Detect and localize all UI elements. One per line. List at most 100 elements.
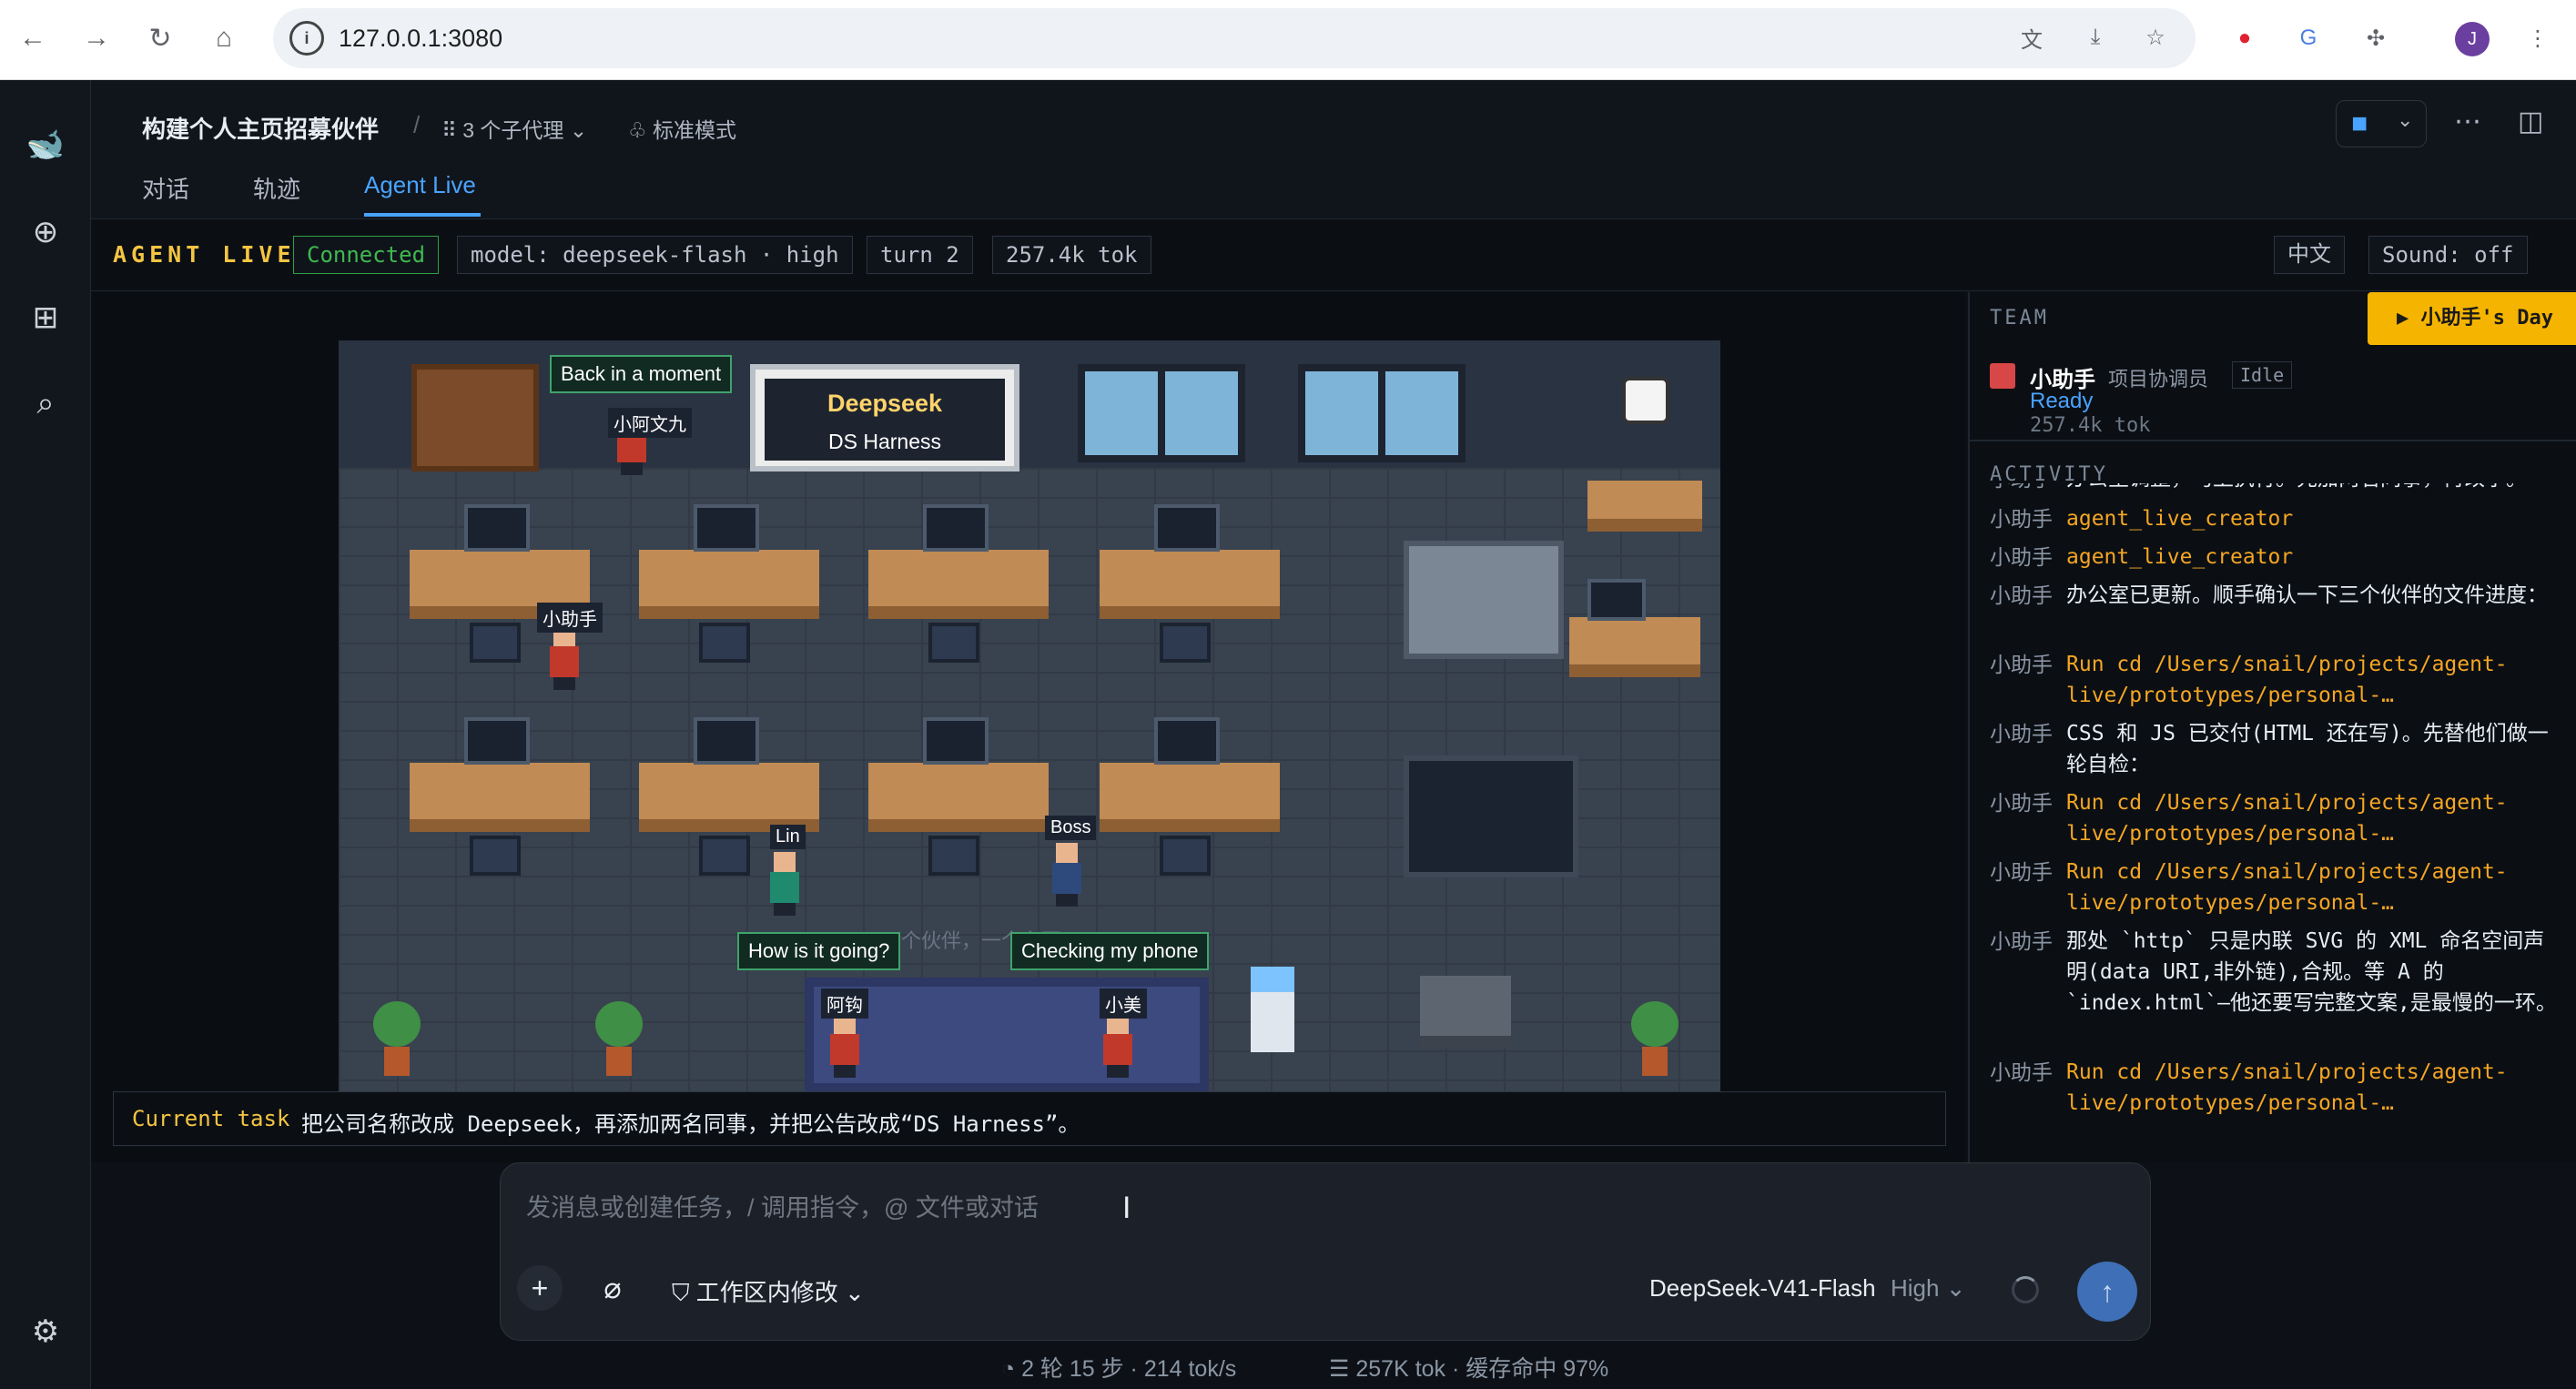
plant (373, 1001, 421, 1078)
reload-icon[interactable]: ↻ (140, 18, 180, 58)
tab-agent-live[interactable]: Agent Live (364, 171, 476, 199)
more-options-icon[interactable]: ⋯ (2454, 106, 2481, 137)
character-name: Boss (1045, 816, 1097, 840)
message-composer: I + ⌀ ⛉ 工作区内修改 ⌄ DeepSeek-V41-Flash High… (500, 1162, 2151, 1341)
subagents-dropdown[interactable]: ⠿ 3 个子代理 ⌄ (441, 113, 587, 144)
chevron-down-icon: ⌄ (2397, 108, 2414, 131)
chevron-down-icon: ⌄ (569, 118, 588, 142)
new-project-icon[interactable]: ⊞ (23, 295, 68, 340)
extensions-puzzle-icon[interactable]: ✣ (2358, 20, 2394, 56)
connection-badge: Connected (293, 236, 440, 274)
activity-command: agent_live_creator (2066, 507, 2294, 531)
language-button[interactable]: 中文 (2274, 236, 2345, 274)
chair (928, 623, 979, 663)
monitor (694, 717, 759, 765)
activity-command: agent_live_creator (2066, 545, 2294, 569)
reasoning-level-dropdown[interactable]: High ⌄ (1891, 1274, 1966, 1303)
app-logo-icon[interactable]: 🐋 (23, 122, 68, 167)
back-icon[interactable]: ← (13, 18, 53, 58)
search-icon[interactable]: ⌕ (23, 380, 68, 426)
character[interactable] (1047, 843, 1087, 907)
activity-author: 小助手 (1990, 545, 2053, 569)
activity-command: Run cd /Users/snail/projects/agent-live/… (2066, 653, 2508, 707)
workspace-mode-label: 工作区内修改 (695, 1279, 838, 1306)
workspace-mode-dropdown[interactable]: ⛉ 工作区内修改 ⌄ (672, 1274, 865, 1308)
water-cooler (1251, 967, 1294, 1052)
day-replay-button[interactable]: ▶ 小助手's Day (2368, 292, 2576, 345)
active-tab-indicator (364, 213, 481, 217)
current-task-text: 把公司名称改成 Deepseek，再添加两名同事，并把公告改成“DS Harne… (301, 1111, 1080, 1137)
address-bar[interactable]: i 127.0.0.1:3080 文 ⤓ ☆ (273, 8, 2196, 68)
monitor (694, 504, 759, 552)
chevron-down-icon: ⌄ (845, 1279, 865, 1306)
office-door (411, 364, 539, 471)
character[interactable] (825, 1014, 865, 1078)
model-selector[interactable]: DeepSeek-V41-Flash (1649, 1274, 1876, 1303)
token-chip: 257.4k tok (992, 236, 1151, 274)
translate-icon[interactable]: 文 (2013, 19, 2050, 56)
add-attachment-button[interactable]: + (517, 1265, 563, 1311)
wall-clock-icon (1622, 377, 1669, 424)
activity-author: 小助手 (1990, 860, 2053, 884)
mode-selector[interactable]: ♧ 标准模式 (628, 113, 736, 144)
google-translate-extension-icon[interactable]: G (2290, 20, 2327, 56)
settings-gear-icon[interactable]: ⚙ (23, 1309, 68, 1354)
agent-live-title: AGENT LIVE (113, 241, 296, 268)
tab-chat[interactable]: 对话 (142, 171, 189, 205)
current-task-bar: Current task 把公司名称改成 Deepseek，再添加两名同事，并把… (113, 1091, 1946, 1146)
activity-command: Run cd /Users/snail/projects/agent-live/… (2066, 860, 2508, 915)
desk (1100, 550, 1280, 619)
monitor (923, 504, 989, 552)
editor-switch[interactable]: ■ ⌄ (2336, 100, 2427, 147)
agent-tokens: 257.4k tok (2030, 414, 2151, 437)
subagents-label: 3 个子代理 (462, 118, 564, 142)
character-name: 小助手 (537, 603, 603, 633)
reasoning-level-label: High (1891, 1274, 1940, 1302)
tab-trace[interactable]: 轨迹 (253, 171, 300, 205)
activity-author: 小助手 (1990, 929, 2053, 953)
sound-toggle-button[interactable]: Sound: off (2368, 236, 2528, 274)
side-desk (1569, 617, 1700, 677)
gauge-icon: ◔ (1001, 1356, 1016, 1382)
pixel-office-scene: Deepseek DS Harness 三个伙伴，一个主页 小阿文九 Back … (339, 340, 1720, 1092)
url-text: 127.0.0.1:3080 (339, 25, 503, 52)
install-app-icon[interactable]: ⤓ (2077, 19, 2114, 56)
token-stats: ☰ 257K tok · 缓存命中 97% (1329, 1351, 1608, 1384)
chair (1160, 836, 1211, 876)
opera-extension-icon[interactable]: ● (2226, 20, 2263, 56)
new-task-icon[interactable]: ⊕ (23, 209, 68, 255)
side-desk (1587, 481, 1702, 532)
chair (699, 623, 750, 663)
announcement-text: DS Harness (828, 430, 941, 453)
bookmark-star-icon[interactable]: ☆ (2137, 19, 2174, 56)
loading-spinner-icon (2012, 1276, 2039, 1303)
paperclip-icon[interactable]: ⌀ (590, 1265, 635, 1311)
plant (1631, 1001, 1678, 1078)
character[interactable] (765, 852, 805, 916)
forward-icon[interactable]: → (76, 18, 117, 58)
browser-menu-icon[interactable]: ⋮ (2520, 20, 2556, 56)
window (1298, 364, 1465, 462)
steps-stat: 2 轮 15 步 · 214 tok/s (1021, 1356, 1237, 1382)
window (1078, 364, 1245, 462)
chevron-down-icon: ⌄ (1945, 1274, 1966, 1302)
activity-log[interactable]: 小助手 办公室调整，马上执行。先加两名同事，再改字。 小助手 agent_live_… (1970, 483, 2576, 1162)
app-header: 构建个人主页招募伙伴 / ⠿ 3 个子代理 ⌄ ♧ 标准模式 对话 轨迹 Age… (91, 80, 2576, 218)
character[interactable] (1098, 1014, 1138, 1078)
character[interactable] (544, 626, 584, 690)
agent-state-badge: Idle (2232, 361, 2293, 389)
sign-panel: Deepseek DS Harness (765, 379, 1005, 461)
send-button[interactable]: ↑ (2077, 1262, 2137, 1322)
site-info-icon[interactable]: i (289, 21, 324, 56)
home-icon[interactable]: ⌂ (204, 18, 244, 58)
office-wall (339, 340, 1720, 468)
company-name: Deepseek (827, 390, 943, 417)
activity-author: 小助手 (1990, 722, 2053, 745)
monitor (1154, 504, 1220, 552)
profile-avatar[interactable]: J (2455, 22, 2490, 56)
company-sign: Deepseek DS Harness (750, 364, 1019, 471)
message-input[interactable] (526, 1194, 1891, 1222)
activity-author: 小助手 (1990, 583, 2053, 607)
desk (868, 550, 1049, 619)
toggle-panel-icon[interactable]: ◫ (2518, 106, 2543, 137)
